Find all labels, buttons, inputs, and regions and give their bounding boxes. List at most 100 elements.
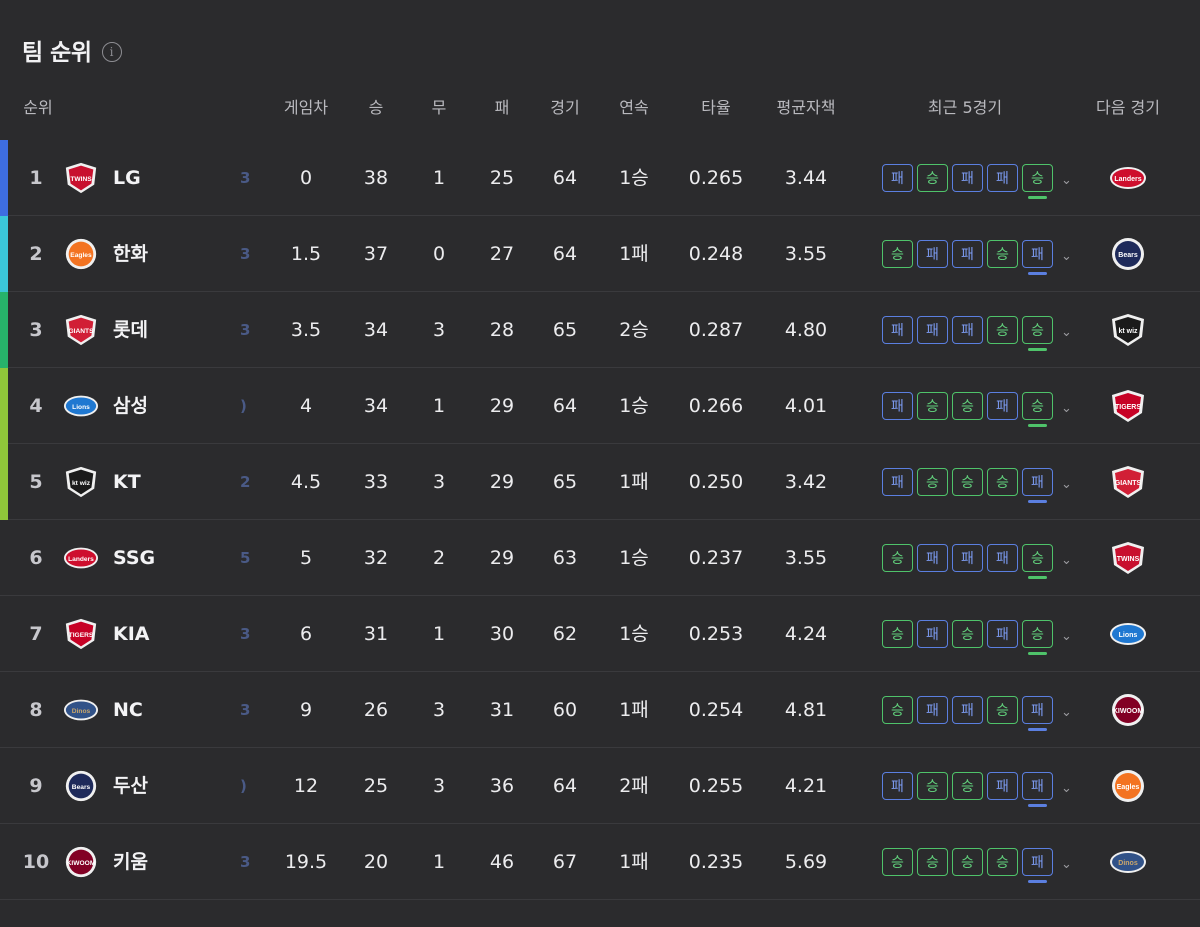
next-opponent-ssg-landers-logo[interactable]: Landers: [1108, 159, 1148, 197]
title-row: 팀 순위 i: [22, 34, 122, 66]
chevron-down-icon[interactable]: ⌄: [1061, 781, 1072, 796]
win-badge: 승: [952, 848, 983, 876]
chevron-down-icon[interactable]: ⌄: [1061, 325, 1072, 340]
streak-cell: 1패: [619, 851, 649, 873]
losses-cell: 25: [489, 167, 515, 189]
loss-badge: 패: [917, 544, 948, 572]
team-name[interactable]: 삼성: [113, 368, 148, 444]
recent-5-games[interactable]: 승 패 패 승 패 ⌄: [882, 240, 1072, 275]
info-icon[interactable]: i: [101, 41, 122, 62]
win-badge: 승: [952, 468, 983, 496]
page-title: 팀 순위: [22, 40, 92, 66]
next-opponent-doosan-bears-logo[interactable]: Bears: [1108, 235, 1148, 273]
wins-cell: 32: [363, 547, 389, 569]
table-row[interactable]: 2 Eagles 한화 3 1.5 37 0 27 64 1패 0.248 3.55 승 패 패 승 패 ⌄ Bea…: [0, 216, 1200, 292]
loss-badge: 패: [917, 240, 948, 268]
table-row[interactable]: 1 TWINS LG 3 0 38 1 25 64 1승 0.265 3.44 패 승 패 패 승 ⌄ Lander…: [0, 140, 1200, 216]
games-behind-cell: 5: [299, 547, 313, 569]
table-row[interactable]: 3 GIANTS 롯데 3 3.5 34 3 28 65 2승 0.287 4.80 패 패 패 승 승 ⌄ kt …: [0, 292, 1200, 368]
next-opponent-kt-wiz-logo[interactable]: kt wiz: [1108, 311, 1148, 349]
chevron-down-icon[interactable]: ⌄: [1061, 401, 1072, 416]
games-behind-cell: 6: [299, 623, 313, 645]
recent-5-games[interactable]: 패 승 패 패 승 ⌄: [882, 164, 1072, 199]
next-opponent-kia-tigers-logo[interactable]: TIGERS: [1108, 387, 1148, 425]
next-opponent-samsung-lions-logo[interactable]: Lions: [1108, 615, 1148, 653]
team-name[interactable]: 키움: [113, 824, 148, 900]
chevron-down-icon[interactable]: ⌄: [1061, 553, 1072, 568]
draws-cell: 1: [432, 851, 446, 873]
era-cell: 4.81: [784, 699, 828, 721]
kia-tigers-logo: TIGERS: [62, 616, 100, 652]
chevron-down-icon[interactable]: ⌄: [1061, 705, 1072, 720]
rank-cell: 7: [29, 623, 43, 645]
loss-badge: 패: [987, 772, 1018, 800]
losses-cell: 28: [489, 319, 515, 341]
recent-5-games[interactable]: 패 승 승 승 패 ⌄: [882, 468, 1072, 503]
next-opponent-nc-dinos-logo[interactable]: Dinos: [1108, 843, 1148, 881]
rank-cell: 5: [29, 471, 43, 493]
loss-badge: 패: [1022, 468, 1053, 503]
table-row[interactable]: 4 Lions 삼성) 4 34 1 29 64 1승 0.266 4.01 패 승 승 패 승 ⌄ TIGERS: [0, 368, 1200, 444]
svg-text:Landers: Landers: [68, 556, 94, 563]
next-opponent-hanwha-eagles-logo[interactable]: Eagles: [1108, 767, 1148, 805]
games-cell: 65: [552, 319, 578, 341]
loss-badge: 패: [882, 164, 913, 192]
ssg-landers-logo: Landers: [62, 540, 100, 576]
recent-5-games[interactable]: 승 승 승 승 패 ⌄: [882, 848, 1072, 883]
table-row[interactable]: 6 Landers SSG 5 5 32 2 29 63 1승 0.237 3.55 승 패 패 패 승 ⌄ TWI…: [0, 520, 1200, 596]
win-badge: 승: [1022, 620, 1053, 655]
next-opponent-kiwoom-heroes-logo[interactable]: KIWOOM: [1108, 691, 1148, 729]
team-name[interactable]: KT: [113, 444, 141, 520]
losses-cell: 27: [489, 243, 515, 265]
losses-cell: 29: [489, 547, 515, 569]
loss-badge: 패: [952, 544, 983, 572]
svg-text:KIWOOM: KIWOOM: [1113, 708, 1143, 715]
chevron-down-icon[interactable]: ⌄: [1061, 629, 1072, 644]
win-badge: 승: [882, 240, 913, 268]
next-opponent-lotte-giants-logo[interactable]: GIANTS: [1108, 463, 1148, 501]
recent-5-games[interactable]: 승 패 패 승 패 ⌄: [882, 696, 1072, 731]
chevron-down-icon[interactable]: ⌄: [1061, 249, 1072, 264]
win-badge: 승: [987, 848, 1018, 876]
recent-5-games[interactable]: 승 패 패 패 승 ⌄: [882, 544, 1072, 579]
streak-cell: 1패: [619, 471, 649, 493]
col-draws: 무: [431, 98, 447, 117]
era-cell: 3.44: [784, 167, 828, 189]
team-name[interactable]: 한화: [113, 216, 148, 292]
streak-cell: 1패: [619, 699, 649, 721]
losses-cell: 36: [489, 775, 515, 797]
chevron-down-icon[interactable]: ⌄: [1061, 173, 1072, 188]
svg-text:TWINS: TWINS: [1117, 556, 1140, 563]
team-name[interactable]: KIA: [113, 596, 150, 672]
team-name[interactable]: NC: [113, 672, 143, 748]
col-avg: 타율: [701, 98, 731, 117]
next-opponent-lg-twins-logo[interactable]: TWINS: [1108, 539, 1148, 577]
win-badge: 승: [952, 392, 983, 420]
era-cell: 4.80: [784, 319, 828, 341]
recent-5-games[interactable]: 패 패 패 승 승 ⌄: [882, 316, 1072, 351]
svg-text:KIWOOM: KIWOOM: [67, 860, 96, 867]
table-row[interactable]: 9 Bears 두산) 12 25 3 36 64 2패 0.255 4.21 패 승 승 패 패 ⌄ Eagle…: [0, 748, 1200, 824]
rank-cell: 6: [29, 547, 43, 569]
games-behind-cell: 0: [299, 167, 313, 189]
wins-cell: 38: [363, 167, 389, 189]
team-name[interactable]: LG: [113, 140, 141, 216]
table-row[interactable]: 8 Dinos NC 3 9 26 3 31 60 1패 0.254 4.81 승 패 패 승 패 ⌄ KIWOOM: [0, 672, 1200, 748]
table-row[interactable]: 10 KIWOOM 키움 3 19.5 20 1 46 67 1패 0.235 5.69 승 승 승 승 패 ⌄ D…: [0, 824, 1200, 900]
team-name[interactable]: SSG: [113, 520, 155, 596]
table-row[interactable]: 7 TIGERS KIA 3 6 31 1 30 62 1승 0.253 4.24 승 패 승 패 승 ⌄ Lion…: [0, 596, 1200, 672]
recent-5-games[interactable]: 패 승 승 패 패 ⌄: [882, 772, 1072, 807]
hidden-column-fragment: 3: [240, 245, 251, 263]
table-row[interactable]: 5 kt wiz KT 2 4.5 33 3 29 65 1패 0.250 3.42 패 승 승 승 패 ⌄ GIA…: [0, 444, 1200, 520]
team-name[interactable]: 롯데: [113, 292, 148, 368]
hidden-column-fragment: 3: [240, 169, 251, 187]
chevron-down-icon[interactable]: ⌄: [1061, 477, 1072, 492]
win-badge: 승: [917, 468, 948, 496]
samsung-lions-logo: Lions: [62, 388, 100, 424]
team-name[interactable]: 두산: [113, 748, 148, 824]
recent-5-games[interactable]: 승 패 승 패 승 ⌄: [882, 620, 1072, 655]
svg-text:Dinos: Dinos: [72, 708, 91, 715]
kiwoom-heroes-logo: KIWOOM: [62, 844, 100, 880]
chevron-down-icon[interactable]: ⌄: [1061, 857, 1072, 872]
recent-5-games[interactable]: 패 승 승 패 승 ⌄: [882, 392, 1072, 427]
